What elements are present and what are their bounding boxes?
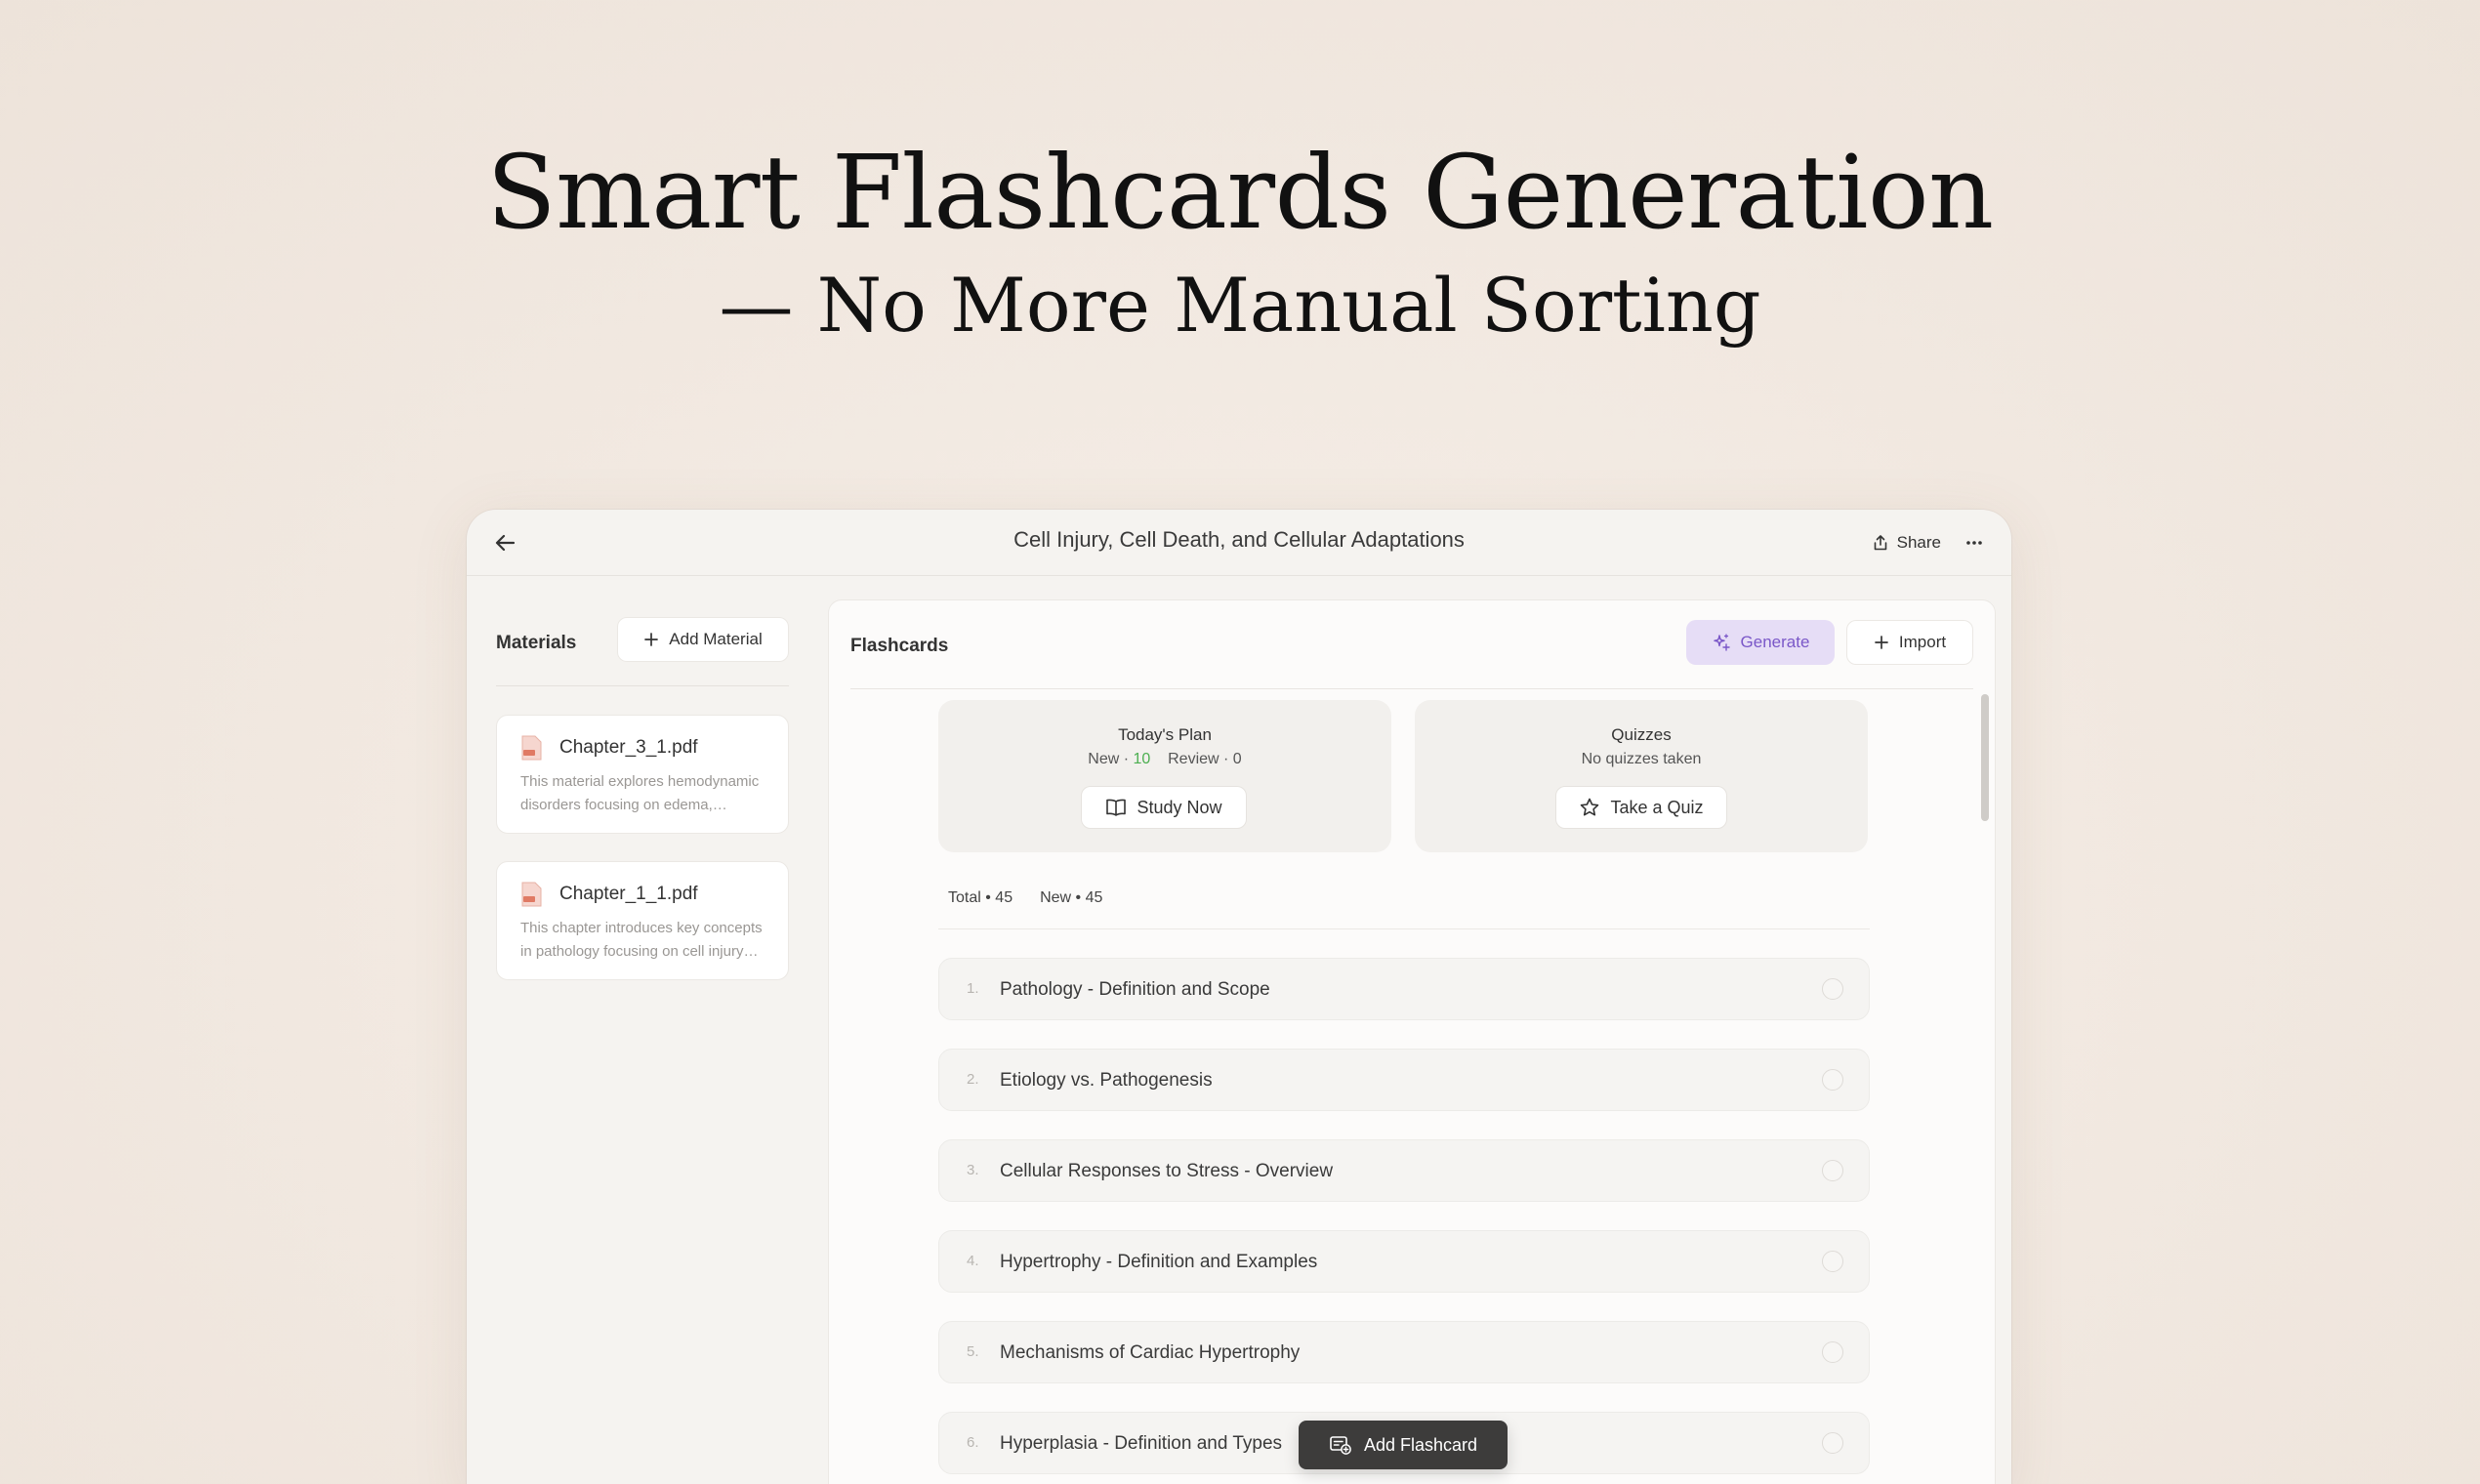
- flashcard-counts: Total • 45 New • 45: [948, 889, 1102, 907]
- import-button[interactable]: Import: [1846, 620, 1973, 665]
- more-options-button[interactable]: [1959, 527, 1990, 558]
- flashcard-number: 6.: [967, 1434, 979, 1451]
- quizzes-title: Quizzes: [1611, 725, 1672, 744]
- flashcard-select-radio[interactable]: [1822, 1160, 1843, 1181]
- flashcard-title: Hyperplasia - Definition and Types: [1000, 1433, 1283, 1454]
- share-label: Share: [1896, 533, 1941, 552]
- flashcard-title: Hypertrophy - Definition and Examples: [1000, 1252, 1318, 1272]
- plan-new-label: New ·: [1088, 751, 1130, 767]
- add-material-label: Add Material: [669, 630, 763, 648]
- hero-subline: — No More Manual Sorting: [719, 262, 1761, 349]
- plan-new-value: 10: [1133, 751, 1151, 767]
- flashcard-row[interactable]: 2. Etiology vs. Pathogenesis: [938, 1049, 1870, 1111]
- flashcards-panel: Flashcards Generate Import Today's Plan …: [828, 599, 1996, 1484]
- material-item[interactable]: Chapter_3_1.pdf This material explores h…: [496, 715, 789, 834]
- todays-plan-card: Today's Plan New · 10 Review · 0 Study N…: [938, 700, 1391, 852]
- flashcard-number: 2.: [967, 1071, 979, 1088]
- flashcard-select-radio[interactable]: [1822, 1341, 1843, 1363]
- add-flashcard-label: Add Flashcard: [1363, 1434, 1478, 1455]
- panel-divider: [850, 688, 1973, 689]
- flashcard-number: 5.: [967, 1343, 979, 1360]
- material-item[interactable]: Chapter_1_1.pdf This chapter introduces …: [496, 861, 789, 980]
- material-name: Chapter_3_1.pdf: [559, 737, 698, 758]
- take-quiz-button[interactable]: Take a Quiz: [1555, 786, 1727, 829]
- study-now-label: Study Now: [1137, 797, 1222, 817]
- generate-label: Generate: [1740, 633, 1810, 651]
- plus-icon: [644, 633, 659, 646]
- scrollbar[interactable]: [1981, 694, 1989, 821]
- book-open-icon: [1106, 799, 1127, 816]
- add-card-icon: [1330, 1436, 1351, 1455]
- add-flashcard-button[interactable]: Add Flashcard: [1299, 1421, 1508, 1469]
- quizzes-card: Quizzes No quizzes taken Take a Quiz: [1415, 700, 1868, 852]
- flashcard-row[interactable]: 3. Cellular Responses to Stress - Overvi…: [938, 1139, 1870, 1202]
- flashcard-number: 1.: [967, 980, 979, 997]
- plan-review-label: Review ·: [1168, 751, 1229, 767]
- material-description: This material explores hemodynamic disor…: [520, 773, 760, 813]
- new-count: New • 45: [1040, 889, 1103, 906]
- material-name: Chapter_1_1.pdf: [559, 884, 698, 904]
- flashcard-number: 3.: [967, 1162, 979, 1178]
- add-material-button[interactable]: Add Material: [617, 617, 789, 662]
- flashcard-title: Etiology vs. Pathogenesis: [1000, 1070, 1213, 1091]
- document-title: Cell Injury, Cell Death, and Cellular Ad…: [1013, 527, 1465, 552]
- app-window: Cell Injury, Cell Death, and Cellular Ad…: [467, 510, 2011, 1484]
- sidebar-divider: [496, 685, 789, 686]
- flashcard-select-radio[interactable]: [1822, 1069, 1843, 1091]
- take-quiz-label: Take a Quiz: [1610, 797, 1704, 817]
- hero-headline: Smart Flashcards Generation: [486, 133, 1994, 252]
- star-icon: [1581, 798, 1599, 816]
- flashcard-row[interactable]: 5. Mechanisms of Cardiac Hypertrophy: [938, 1321, 1870, 1383]
- flashcard-row[interactable]: 4. Hypertrophy - Definition and Examples: [938, 1230, 1870, 1293]
- flashcard-title: Mechanisms of Cardiac Hypertrophy: [1000, 1342, 1301, 1363]
- generate-button[interactable]: Generate: [1686, 620, 1835, 665]
- quizzes-status: No quizzes taken: [1581, 751, 1702, 767]
- flashcard-number: 4.: [967, 1253, 979, 1269]
- ellipsis-icon: [1966, 541, 1982, 545]
- flashcard-select-radio[interactable]: [1822, 1251, 1843, 1272]
- flashcard-row[interactable]: 1. Pathology - Definition and Scope: [938, 958, 1870, 1020]
- plan-review-value: 0: [1232, 751, 1242, 767]
- sparkle-icon: [1713, 634, 1730, 651]
- pdf-file-icon: [521, 735, 542, 761]
- import-label: Import: [1898, 633, 1947, 651]
- flashcard-select-radio[interactable]: [1822, 1432, 1843, 1454]
- total-count: Total • 45: [948, 889, 1013, 906]
- flashcard-title: Cellular Responses to Stress - Overview: [1000, 1161, 1334, 1181]
- material-description: This chapter introduces key concepts in …: [520, 920, 763, 960]
- plus-icon: [1875, 636, 1888, 649]
- top-bar: Cell Injury, Cell Death, and Cellular Ad…: [467, 510, 2011, 576]
- counts-divider: [938, 928, 1870, 929]
- share-icon: [1874, 535, 1886, 551]
- todays-plan-counts: New · 10 Review · 0: [938, 751, 1391, 768]
- share-button[interactable]: Share: [1872, 527, 1941, 558]
- materials-title: Materials: [496, 633, 577, 653]
- flashcard-select-radio[interactable]: [1822, 978, 1843, 1000]
- study-now-button[interactable]: Study Now: [1081, 786, 1247, 829]
- pdf-file-icon: [521, 882, 542, 907]
- materials-header: Materials Add Material: [496, 617, 789, 676]
- todays-plan-title: Today's Plan: [1118, 725, 1212, 744]
- flashcard-title: Pathology - Definition and Scope: [1000, 979, 1270, 1000]
- flashcards-title: Flashcards: [850, 636, 949, 656]
